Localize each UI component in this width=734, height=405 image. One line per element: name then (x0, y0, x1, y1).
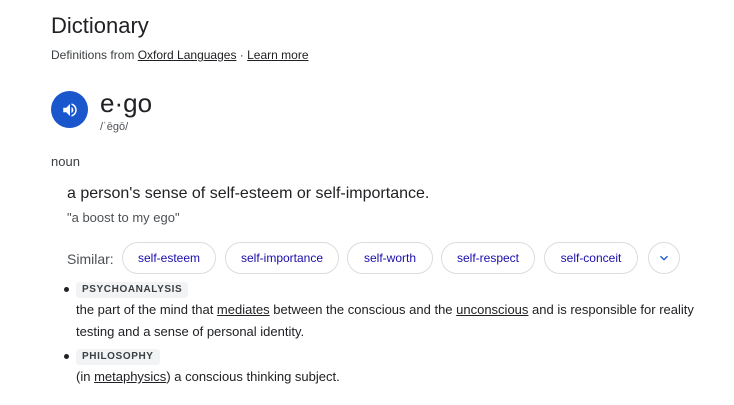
similar-chip-self-conceit[interactable]: self-conceit (544, 242, 638, 274)
attribution-prefix: Definitions from (51, 48, 138, 62)
domain-label-philosophy: PHILOSOPHY (76, 349, 160, 365)
similar-chip-self-worth[interactable]: self-worth (347, 242, 433, 274)
similar-label: Similar: (67, 251, 114, 267)
headword: e·go (100, 88, 153, 118)
dictionary-card: Dictionary Definitions from Oxford Langu… (0, 0, 734, 405)
attribution-separator: · (236, 48, 248, 62)
oxford-languages-link[interactable]: Oxford Languages (138, 48, 237, 62)
bullet-marker (64, 354, 69, 359)
phonetic-spelling: /ˈēɡō/ (100, 121, 129, 133)
volume-icon (62, 102, 77, 117)
bullet-marker (64, 287, 69, 292)
definition-3-text: (in (76, 369, 95, 384)
metaphysics-link[interactable]: metaphysics (94, 369, 166, 384)
part-of-speech: noun (51, 154, 80, 169)
expand-similar-button[interactable] (648, 242, 680, 274)
learn-more-link[interactable]: Learn more (247, 48, 308, 62)
pronunciation-button[interactable] (51, 91, 88, 128)
definition-2-text: the part of the mind that (76, 302, 217, 317)
attribution-line: Definitions from Oxford Languages · Lear… (51, 47, 309, 63)
similar-chip-self-esteem[interactable]: self-esteem (122, 242, 216, 274)
mediates-link[interactable]: mediates (217, 302, 270, 317)
definition-2-text: between the conscious and the (269, 302, 457, 317)
similar-chip-self-respect[interactable]: self-respect (441, 242, 535, 274)
dictionary-title: Dictionary (51, 13, 149, 38)
definition-2: the part of the mind that mediates betwe… (76, 299, 716, 343)
definition-1: a person's sense of self-esteem or self-… (67, 185, 430, 202)
chevron-down-icon (660, 255, 668, 261)
definition-3-text: ) a conscious thinking subject. (166, 369, 340, 384)
example-sentence: "a boost to my ego" (67, 210, 180, 225)
similar-chip-self-importance[interactable]: self-importance (225, 242, 339, 274)
definition-3: (in metaphysics) a conscious thinking su… (76, 366, 716, 388)
domain-label-psychoanalysis: PSYCHOANALYSIS (76, 282, 189, 298)
unconscious-link[interactable]: unconscious (456, 302, 528, 317)
